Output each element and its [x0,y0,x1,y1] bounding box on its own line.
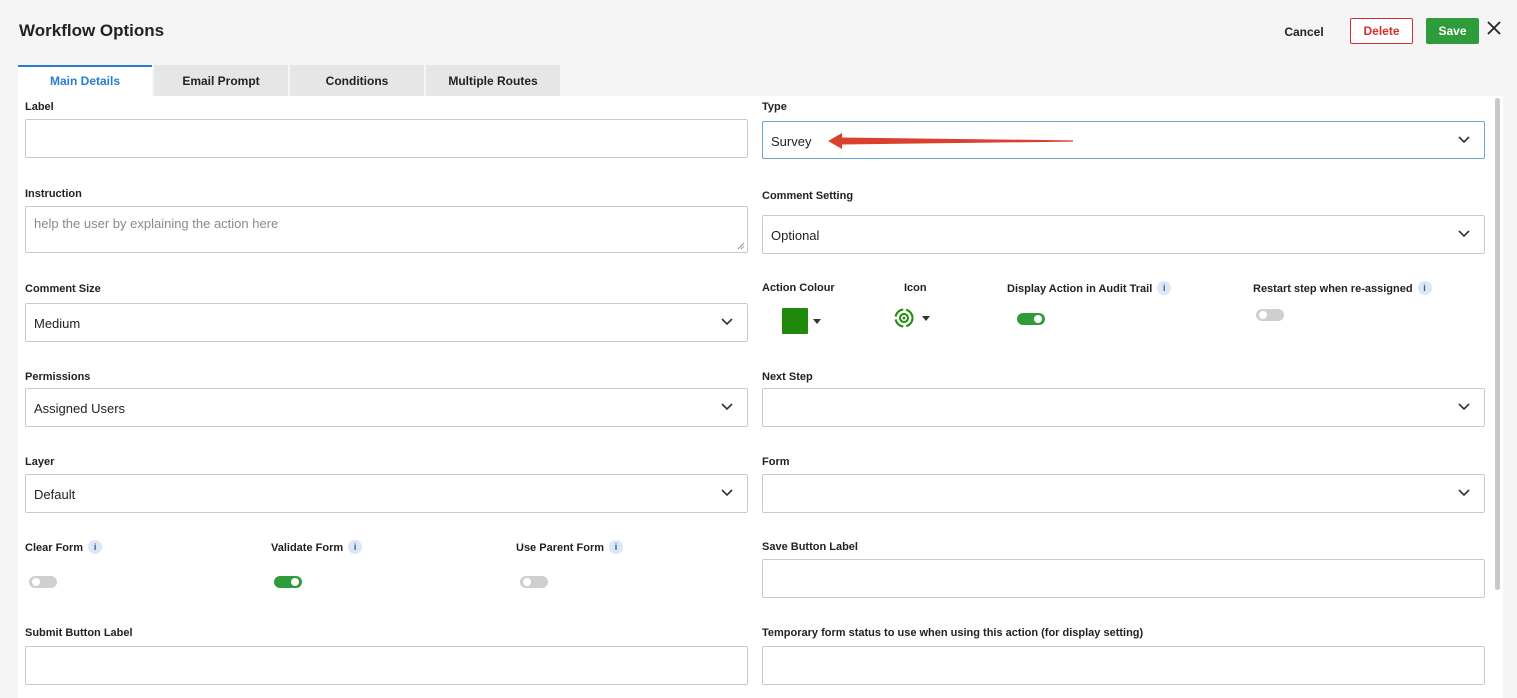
comment-setting-label: Comment Setting [762,190,854,202]
icon-field-label: Icon [904,282,927,294]
resize-handle-icon[interactable] [737,242,745,250]
form-label: Form [762,456,790,468]
display-audit-toggle[interactable] [1017,313,1045,325]
use-parent-form-text: Use Parent Form [516,541,605,554]
chevron-down-icon [721,403,733,411]
label-input[interactable] [25,119,748,158]
dialog-title: Workflow Options [19,21,165,40]
restart-step-toggle[interactable] [1256,309,1284,321]
permissions-label: Permissions [25,371,91,383]
comment-size-value: Medium [34,316,81,331]
chevron-down-icon [721,489,733,497]
save-button-label-label: Save Button Label [762,541,858,553]
chevron-down-icon [1458,136,1470,144]
cancel-button[interactable]: Cancel [1278,19,1330,45]
instruction-placeholder: help the user by explaining the action h… [34,216,279,231]
temp-status-input[interactable] [762,646,1485,685]
chevron-down-icon [1458,403,1470,411]
dialog-header: Workflow Options Cancel Delete Save [0,0,1517,64]
permissions-value: Assigned Users [34,401,126,416]
next-step-label: Next Step [762,371,813,383]
type-select-value: Survey [771,134,812,149]
submit-button-label-input[interactable] [25,646,748,685]
type-field-label: Type [762,101,787,113]
label-field-label: Label [25,101,54,113]
delete-button[interactable]: Delete [1350,18,1413,44]
validate-form-label: Validate Form i [271,540,363,555]
clear-form-toggle[interactable] [29,576,57,588]
next-step-select[interactable] [762,388,1485,427]
comment-setting-value: Optional [771,228,820,243]
layer-value: Default [34,487,76,502]
restart-step-label: Restart step when re-assigned i [1253,281,1432,296]
tab-multiple-routes[interactable]: Multiple Routes [426,65,560,96]
layer-select[interactable]: Default [25,474,748,513]
instruction-field-label: Instruction [25,188,82,200]
info-icon[interactable]: i [348,540,363,554]
layer-label: Layer [25,456,55,468]
comment-size-select[interactable]: Medium [25,303,748,342]
action-colour-label: Action Colour [762,282,835,294]
gear-cycle-icon[interactable] [893,307,915,329]
info-icon[interactable]: i [88,540,103,554]
info-icon[interactable]: i [609,540,624,554]
annotation-arrow-icon [828,133,1073,149]
tab-main-details[interactable]: Main Details [18,65,152,96]
form-select[interactable] [762,474,1485,513]
action-colour-swatch[interactable] [782,308,808,334]
clear-form-text: Clear Form [25,541,84,554]
chevron-down-icon [1458,230,1470,238]
submit-button-label-label: Submit Button Label [25,627,133,639]
validate-form-toggle[interactable] [274,576,302,588]
chevron-down-icon [721,318,733,326]
tab-conditions[interactable]: Conditions [290,65,424,96]
use-parent-form-toggle[interactable] [520,576,548,588]
restart-step-text: Restart step when re-assigned [1253,282,1413,295]
comment-setting-select[interactable]: Optional [762,215,1485,254]
info-icon[interactable]: i [1157,281,1172,295]
info-icon[interactable]: i [1417,281,1432,295]
comment-size-label: Comment Size [25,283,101,295]
chevron-down-icon [1458,489,1470,497]
use-parent-form-label: Use Parent Form i [516,540,624,555]
clear-form-label: Clear Form i [25,540,103,555]
close-icon[interactable] [1484,16,1504,40]
temp-status-label: Temporary form status to use when using … [762,627,1144,639]
validate-form-text: Validate Form [271,541,344,554]
caret-down-icon[interactable] [813,319,821,324]
scrollbar[interactable] [1495,98,1500,590]
save-button[interactable]: Save [1426,18,1479,44]
instruction-textarea[interactable]: help the user by explaining the action h… [25,206,748,253]
tab-email-prompt[interactable]: Email Prompt [154,65,288,96]
permissions-select[interactable]: Assigned Users [25,388,748,427]
display-audit-label: Display Action in Audit Trail i [1007,281,1172,296]
save-button-label-input[interactable] [762,559,1485,598]
caret-down-icon[interactable] [922,316,930,321]
display-audit-text: Display Action in Audit Trail [1007,282,1153,295]
